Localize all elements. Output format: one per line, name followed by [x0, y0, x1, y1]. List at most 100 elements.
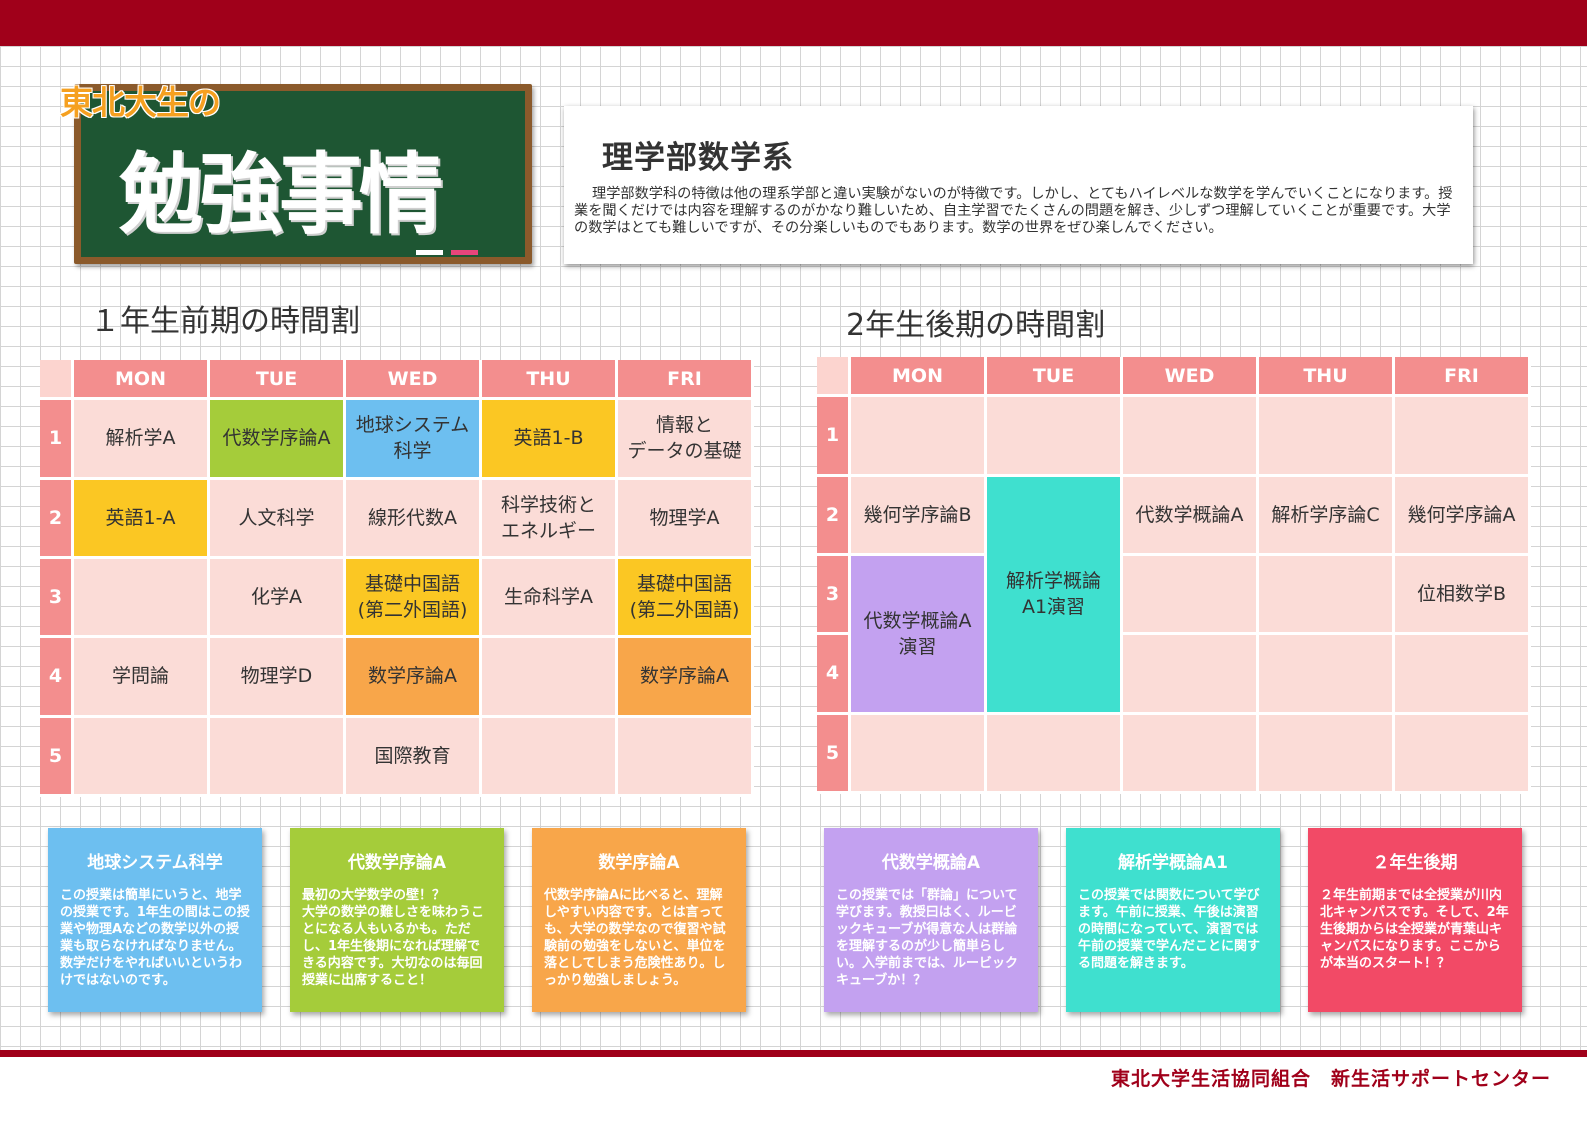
card-body: この授業は簡単にいうと、地学の授業です。1年生の間はこの授業や物理Aなどの数学以…	[60, 888, 250, 988]
chalk-pink	[451, 250, 478, 255]
timetable-1st-year-first-term: MON TUE WED THU FRI 1 解析学A 代数学序論A 地球システム…	[40, 360, 754, 797]
info-card: 解析学概論A1 この授業では関数について学びます。午前に授業、午後は演習の時間に…	[1066, 828, 1280, 1012]
class-cell	[987, 397, 1123, 477]
period-label: 5	[40, 717, 74, 797]
class-cell	[1259, 714, 1395, 794]
class-cell: 基礎中国語 (第二外国語)	[346, 558, 482, 639]
card-title: 地球システム科学	[87, 853, 223, 873]
class-cell: 代数学序論A	[210, 400, 346, 480]
card-title: 代数学序論A	[347, 853, 447, 873]
board-subtitle: 東北大生の	[59, 82, 222, 123]
intro-heading: 理学部数学系	[602, 140, 794, 176]
class-cell: 解析学序論C	[1259, 476, 1395, 556]
class-cell: 解析学概論 A1演習	[987, 476, 1123, 715]
info-card: 数学序論A 代数学序論Aに比べると、理解しやすい内容です。とは言っても、大学の数…	[532, 828, 746, 1012]
class-cell	[1395, 397, 1531, 477]
day-header: TUE	[210, 360, 346, 401]
day-header: MON	[74, 360, 210, 401]
class-cell: 基礎中国語 (第二外国語)	[618, 558, 754, 639]
corner-cell	[40, 360, 74, 401]
table1-title: １年生前期の時間割	[90, 304, 360, 339]
info-card: 地球システム科学 この授業は簡単にいうと、地学の授業です。1年生の間はこの授業や…	[48, 828, 262, 1012]
card-body: 最初の大学数学の壁！？ 大学の数学の難しさを味わうことになる人もいるかも。ただし、…	[302, 888, 485, 988]
day-header: FRI	[618, 360, 754, 401]
class-cell: 地球システム 科学	[346, 400, 482, 480]
class-cell: 幾何学序論A	[1395, 476, 1531, 556]
table2-title: 2年生後期の時間割	[846, 308, 1106, 343]
class-cell	[1259, 397, 1395, 477]
period-label: 3	[817, 555, 851, 636]
class-cell	[1123, 635, 1259, 715]
period-label: 4	[817, 635, 851, 715]
day-header: THU	[482, 360, 618, 401]
day-header: FRI	[1395, 357, 1531, 398]
top-bar	[0, 0, 1587, 46]
info-card: 代数学概論A この授業では「群論」について学びます。教授曰はく、ルービックキュー…	[824, 828, 1038, 1012]
period-label: 5	[817, 714, 851, 794]
class-cell	[1123, 555, 1259, 636]
period-label: 1	[40, 400, 74, 480]
class-cell: 生命科学A	[482, 558, 618, 639]
class-cell	[1123, 397, 1259, 477]
day-header: MON	[851, 357, 987, 398]
class-cell	[851, 714, 987, 794]
class-cell: 数学序論A	[618, 638, 754, 718]
intro-body: 理学部数学科の特徴は他の理系学部と違い実験がないのが特徴です。しかし、とてもハイ…	[574, 186, 1453, 236]
class-cell: 数学序論A	[346, 638, 482, 718]
card-body: この授業では「群論」について学びます。教授曰はく、ルービックキューブが得意な人は…	[836, 888, 1019, 988]
class-cell	[987, 714, 1123, 794]
card-body: 代数学序論Aに比べると、理解しやすい内容です。とは言っても、大学の数学なので復習…	[544, 888, 726, 988]
class-cell: 学問論	[74, 638, 210, 718]
class-cell	[1123, 714, 1259, 794]
chalk-white	[416, 250, 443, 255]
day-header: WED	[346, 360, 482, 401]
class-cell: 科学技術と エネルギー	[482, 479, 618, 559]
board-title: 勉強事情	[119, 142, 443, 246]
card-body: ２年生前期までは全授業が川内北キャンパスです。そして、2年生後期からは全授業が青…	[1320, 888, 1509, 971]
period-label: 2	[40, 479, 74, 559]
class-cell	[851, 397, 987, 477]
class-cell	[1259, 555, 1395, 636]
class-cell: 英語1-B	[482, 400, 618, 480]
class-cell	[1395, 714, 1531, 794]
class-cell: 物理学A	[618, 479, 754, 559]
class-cell: 線形代数A	[346, 479, 482, 559]
day-header: WED	[1123, 357, 1259, 398]
class-cell: 物理学D	[210, 638, 346, 718]
class-cell: 人文科学	[210, 479, 346, 559]
class-cell: 代数学概論A	[1123, 476, 1259, 556]
class-cell	[1395, 635, 1531, 715]
card-title: 数学序論A	[598, 853, 680, 873]
class-cell	[618, 717, 754, 797]
bottom-bar	[0, 1050, 1587, 1057]
class-cell	[1259, 635, 1395, 715]
class-cell: 英語1-A	[74, 479, 210, 559]
period-label: 2	[817, 476, 851, 556]
period-label: 1	[817, 397, 851, 477]
info-card: 代数学序論A 最初の大学数学の壁！？ 大学の数学の難しさを味わうことになる人もいる…	[290, 828, 504, 1012]
intro-box: 理学部数学系 理学部数学科の特徴は他の理系学部と違い実験がないのが特徴です。しか…	[564, 106, 1473, 264]
period-label: 4	[40, 638, 74, 718]
card-title: 代数学概論A	[881, 853, 981, 873]
day-header: THU	[1259, 357, 1395, 398]
timetable-2nd-year-second-term: MON TUE WED THU FRI 1 2 幾何学序論B 解析学概論 A1演習…	[817, 357, 1531, 794]
footer-organization: 東北大学生活協同組合 新生活サポートセンター	[1110, 1064, 1551, 1091]
period-label: 3	[40, 558, 74, 639]
info-card: ２年生後期 ２年生前期までは全授業が川内北キャンパスです。そして、2年生後期から…	[1308, 828, 1522, 1012]
class-cell: 国際教育	[346, 717, 482, 797]
class-cell: 化学A	[210, 558, 346, 639]
class-cell: 位相数学B	[1395, 555, 1531, 636]
class-cell: 解析学A	[74, 400, 210, 480]
card-title: ２年生後期	[1372, 853, 1458, 873]
class-cell: 代数学概論A 演習	[851, 555, 987, 715]
class-cell	[482, 717, 618, 797]
class-cell: 幾何学序論B	[851, 476, 987, 556]
class-cell	[74, 717, 210, 797]
class-cell	[482, 638, 618, 718]
day-header: TUE	[987, 357, 1123, 398]
class-cell: 情報と データの基礎	[618, 400, 754, 480]
card-title: 解析学概論A1	[1118, 853, 1228, 873]
corner-cell	[817, 357, 851, 398]
card-body: この授業では関数について学びます。午前に授業、午後は演習の時間になっていて、演習…	[1078, 888, 1261, 971]
class-cell	[210, 717, 346, 797]
